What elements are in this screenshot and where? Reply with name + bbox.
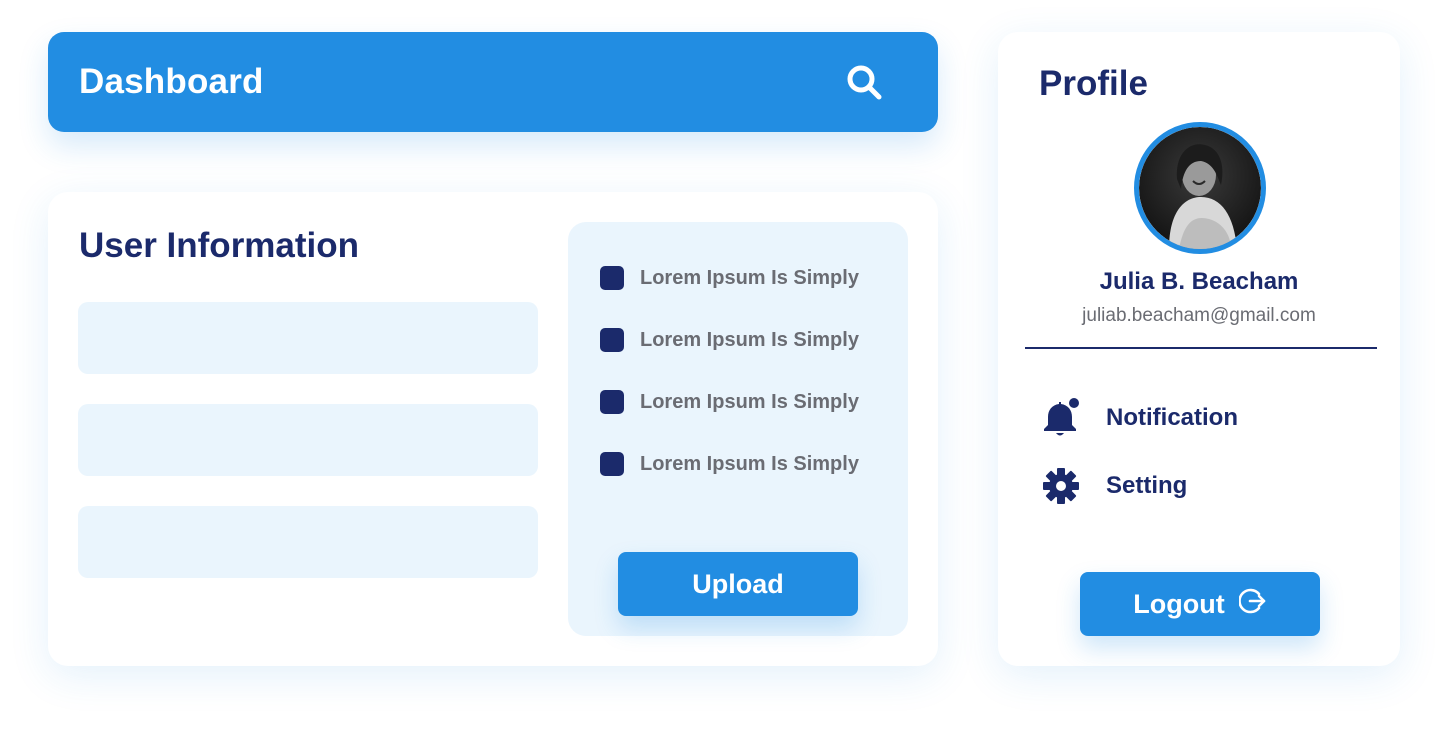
user-information-title: User Information — [79, 226, 360, 265]
upload-button-label: Upload — [692, 568, 784, 599]
checklist-label: Lorem Ipsum Is Simply — [640, 266, 859, 289]
menu-item-label: Notification — [1106, 404, 1238, 431]
menu-item-setting[interactable]: Setting — [1042, 466, 1187, 506]
profile-title: Profile — [1039, 64, 1148, 103]
gear-icon — [1042, 466, 1080, 506]
checkbox[interactable] — [600, 452, 624, 476]
logout-icon — [1237, 587, 1267, 622]
checkbox[interactable] — [600, 390, 624, 414]
checklist-panel: Lorem Ipsum Is Simply Lorem Ipsum Is Sim… — [568, 222, 908, 636]
checkbox[interactable] — [600, 266, 624, 290]
profile-name: Julia B. Beacham — [1099, 268, 1299, 295]
bell-icon — [1042, 398, 1080, 438]
user-info-field-1[interactable] — [78, 302, 538, 374]
user-info-field-3[interactable] — [78, 506, 538, 578]
user-information-card: User Information Lorem Ipsum Is Simply L… — [48, 192, 938, 666]
logout-button-label: Logout — [1133, 588, 1225, 619]
checklist-item-4[interactable]: Lorem Ipsum Is Simply — [600, 452, 859, 476]
upload-button[interactable]: Upload — [618, 552, 858, 616]
divider — [1025, 347, 1377, 349]
profile-email: juliab.beacham@gmail.com — [1082, 305, 1316, 326]
menu-item-notification[interactable]: Notification — [1042, 398, 1238, 438]
user-info-field-2[interactable] — [78, 404, 538, 476]
logout-button[interactable]: Logout — [1080, 572, 1320, 636]
checklist-label: Lorem Ipsum Is Simply — [640, 328, 859, 351]
checklist-item-2[interactable]: Lorem Ipsum Is Simply — [600, 328, 859, 352]
checklist-item-3[interactable]: Lorem Ipsum Is Simply — [600, 390, 859, 414]
avatar-photo — [1139, 127, 1261, 249]
dashboard-header: Dashboard — [48, 32, 938, 132]
page-title: Dashboard — [79, 62, 264, 101]
avatar — [1134, 122, 1266, 254]
menu-item-label: Setting — [1106, 472, 1188, 499]
search-icon[interactable] — [844, 62, 884, 102]
checklist-item-1[interactable]: Lorem Ipsum Is Simply — [600, 266, 859, 290]
checklist-label: Lorem Ipsum Is Simply — [640, 452, 859, 475]
checkbox[interactable] — [600, 328, 624, 352]
checklist-label: Lorem Ipsum Is Simply — [640, 390, 859, 413]
profile-card: Profile Julia B. Beacham juliab.beacham@… — [998, 32, 1400, 666]
